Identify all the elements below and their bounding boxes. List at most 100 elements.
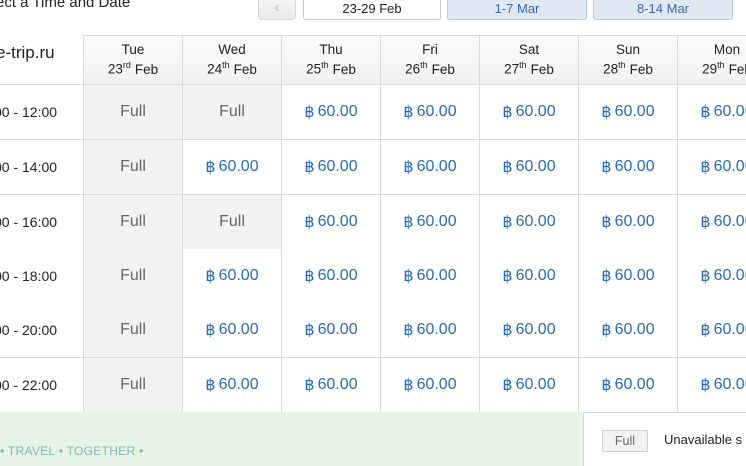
slot-price-button[interactable]: ฿60.00 [183,303,282,358]
prev-week-button[interactable]: ‹ [258,0,296,20]
slot-price-button[interactable]: ฿60.00 [381,303,480,358]
baht-currency-icon: ฿ [403,159,414,176]
slot-price-button[interactable]: ฿60.00 [282,140,381,195]
slot-full: Full [84,85,183,140]
time-label-cell: 00 - 18:00 [0,249,84,304]
slot-price: 60.00 [218,267,259,284]
slot-price-button[interactable]: ฿60.00 [381,85,480,140]
slot-price-button[interactable]: ฿60.00 [480,85,579,140]
slot-price-button[interactable]: ฿60.00 [282,85,381,140]
slot-price-button[interactable]: ฿60.00 [381,249,480,304]
slot-price: 60.00 [713,103,746,120]
slot-price-button[interactable]: ฿60.00 [579,140,678,195]
slot-price-button[interactable]: ฿60.00 [678,358,746,413]
week-tab-1-7-mar[interactable]: 1-7 Mar [447,0,587,20]
day-month: Feb [431,61,455,77]
slot-price-button[interactable]: ฿60.00 [678,303,746,358]
slot-price-button[interactable]: ฿60.00 [579,303,678,358]
slot-price-button[interactable]: ฿60.00 [183,140,282,195]
slot-price-button[interactable]: ฿60.00 [678,140,746,195]
time-slot-row: 00 - 22:00 Full ฿ 60.00 ฿ 60.00 ฿ 60.00 ฿ 60.00 ฿ 6… [0,358,746,413]
slot-price-button[interactable]: ฿60.00 [678,195,746,250]
baht-currency-icon: ฿ [403,322,414,339]
day-month: Feb [233,61,257,77]
slot-price-button[interactable]: ฿60.00 [480,195,579,250]
baht-currency-icon: ฿ [601,214,612,231]
day-suffix: th [519,60,527,71]
slot-price-button[interactable]: ฿60.00 [282,249,381,304]
slot-price-button[interactable]: ฿60.00 [579,249,678,304]
slot-price-button[interactable]: ฿60.00 [183,249,282,304]
day-header: Thu 25th Feb [282,35,381,85]
day-header: Fri 26th Feb [381,35,480,85]
baht-currency-icon: ฿ [304,268,315,285]
time-slot-row: 00 - 16:00 Full Full ฿ 60.00 ฿ 60.00 ฿ 60.00 ฿ 60.… [0,195,746,250]
day-number: 28 [603,61,619,77]
slot-price-button[interactable]: ฿60.00 [381,358,480,413]
slot-status: Full [120,103,146,120]
slot-price: 60.00 [614,321,655,338]
slot-price-button[interactable]: ฿60.00 [480,140,579,195]
day-month: Feb [728,61,746,77]
slot-price-button[interactable]: ฿60.00 [480,303,579,358]
day-suffix: th [321,60,329,71]
slot-price: 60.00 [218,321,259,338]
week-tab-23-29-feb[interactable]: 23-29 Feb [303,0,441,20]
slot-price: 60.00 [614,267,655,284]
day-weekday: Wed [218,42,246,58]
slot-price-button[interactable]: ฿60.00 [381,140,480,195]
time-label-cell: 00 - 20:00 [0,303,84,358]
slot-price-button[interactable]: ฿60.00 [282,195,381,250]
baht-currency-icon: ฿ [205,322,216,339]
slot-price-button[interactable]: ฿60.00 [480,249,579,304]
slot-full: Full [84,140,183,195]
day-weekday: Tue [121,42,145,58]
slot-price: 60.00 [713,321,746,338]
slot-price: 60.00 [614,103,655,120]
baht-currency-icon: ฿ [700,268,711,285]
legend-box: Full Unavailable s [583,412,746,466]
day-weekday: Sun [615,42,641,58]
slot-price-button[interactable]: ฿60.00 [678,249,746,304]
time-slot-row: 00 - 18:00 Full ฿ 60.00 ฿ 60.00 ฿ 60.00 ฿ 60.00 ฿ 6… [0,249,746,304]
day-suffix: th [618,60,626,71]
slot-price: 60.00 [515,321,556,338]
slot-price: 60.00 [317,376,358,393]
day-header: Sun 28th Feb [579,35,678,85]
day-header: Sat 27th Feb [480,35,579,85]
baht-currency-icon: ฿ [502,268,513,285]
slot-price-button[interactable]: ฿60.00 [579,195,678,250]
baht-currency-icon: ฿ [403,214,414,231]
week-tab-label: 8-14 Mar [636,1,690,16]
slot-status: Full [219,103,245,120]
slot-price-button[interactable]: ฿60.00 [183,358,282,413]
baht-currency-icon: ฿ [601,377,612,394]
slot-full: Full [84,358,183,413]
week-tab-8-14-mar[interactable]: 8-14 Mar [593,0,733,20]
slot-full: Full [183,85,282,140]
slot-price: 60.00 [515,376,556,393]
day-date: 23rd Feb [108,59,158,79]
legend-full-swatch: Full [602,430,648,452]
day-weekday: Sat [518,42,540,58]
baht-currency-icon: ฿ [601,159,612,176]
slot-price-button[interactable]: ฿60.00 [678,85,746,140]
slot-price-button[interactable]: ฿60.00 [282,303,381,358]
week-tab-label: 1-7 Mar [494,1,540,16]
chevron-left-icon: ‹ [274,0,280,16]
slot-price-button[interactable]: ฿60.00 [381,195,480,250]
slot-price-button[interactable]: ฿60.00 [579,85,678,140]
day-suffix: rd [122,60,131,71]
slot-price: 60.00 [416,158,457,175]
slot-price-button[interactable]: ฿60.00 [579,358,678,413]
time-label: 00 - 14:00 [0,159,58,175]
baht-currency-icon: ฿ [502,214,513,231]
slot-price-button[interactable]: ฿60.00 [282,358,381,413]
slot-price: 60.00 [416,267,457,284]
time-label: 00 - 20:00 [0,322,58,338]
slot-price: 60.00 [317,321,358,338]
time-label-cell: 00 - 12:00 [0,85,84,140]
top-bar: ect a Time and Date ‹ 23-29 Feb 1-7 Mar … [0,0,746,22]
slot-price-button[interactable]: ฿60.00 [480,358,579,413]
baht-currency-icon: ฿ [304,214,315,231]
